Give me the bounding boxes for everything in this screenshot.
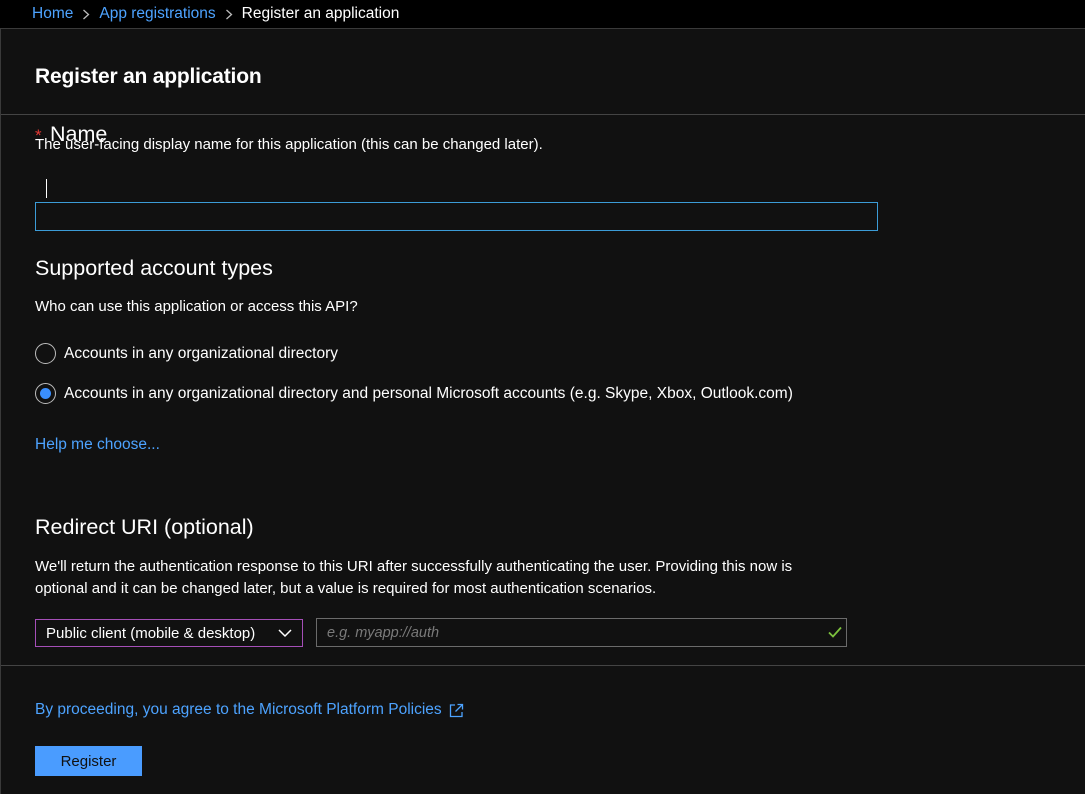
register-button[interactable]: Register — [35, 746, 142, 776]
redirect-uri-field — [316, 618, 847, 647]
redirect-uri-title: Redirect URI (optional) — [35, 515, 254, 539]
external-link-icon — [449, 703, 463, 717]
breadcrumb-current: Register an application — [241, 5, 400, 22]
breadcrumb-home-link[interactable]: Home — [32, 5, 73, 23]
checkmark-icon — [828, 626, 842, 638]
radio-checked-icon[interactable] — [35, 383, 56, 404]
register-app-page: Home App registrations Register an appli… — [0, 0, 1085, 794]
account-types-title: Supported account types — [35, 256, 273, 280]
platform-policies-link[interactable]: By proceeding, you agree to the Microsof… — [35, 701, 464, 719]
redirect-uri-input[interactable] — [317, 619, 846, 646]
help-me-choose-link[interactable]: Help me choose... — [35, 436, 160, 454]
name-input[interactable] — [35, 202, 878, 231]
account-type-option-org-only[interactable]: Accounts in any organizational directory — [35, 343, 338, 364]
chevron-down-icon — [278, 629, 292, 638]
radio-label: Accounts in any organizational directory — [64, 344, 338, 362]
chevron-right-icon — [73, 9, 99, 20]
text-cursor — [46, 179, 47, 198]
radio-unchecked-icon[interactable] — [35, 343, 56, 364]
redirect-uri-description-line1: We'll return the authentication response… — [35, 558, 793, 575]
account-types-question: Who can use this application or access t… — [35, 298, 358, 315]
breadcrumb: Home App registrations Register an appli… — [0, 0, 1085, 28]
header-divider — [1, 114, 1085, 115]
footer-divider — [1, 665, 1085, 666]
redirect-uri-description-line2: optional and it can be changed later, bu… — [35, 580, 657, 597]
chevron-right-icon — [216, 9, 242, 20]
account-type-option-org-and-personal[interactable]: Accounts in any organizational directory… — [35, 383, 793, 404]
breadcrumb-app-registrations-link[interactable]: App registrations — [99, 5, 215, 23]
blade-container: Register an application * Name The user-… — [0, 28, 1085, 794]
name-description: The user-facing display name for this ap… — [35, 136, 543, 153]
platform-policies-text: By proceeding, you agree to the Microsof… — [35, 701, 442, 718]
platform-select-value: Public client (mobile & desktop) — [46, 624, 256, 642]
platform-select[interactable]: Public client (mobile & desktop) — [35, 619, 303, 647]
radio-label: Accounts in any organizational directory… — [64, 384, 793, 402]
page-title: Register an application — [35, 65, 262, 88]
